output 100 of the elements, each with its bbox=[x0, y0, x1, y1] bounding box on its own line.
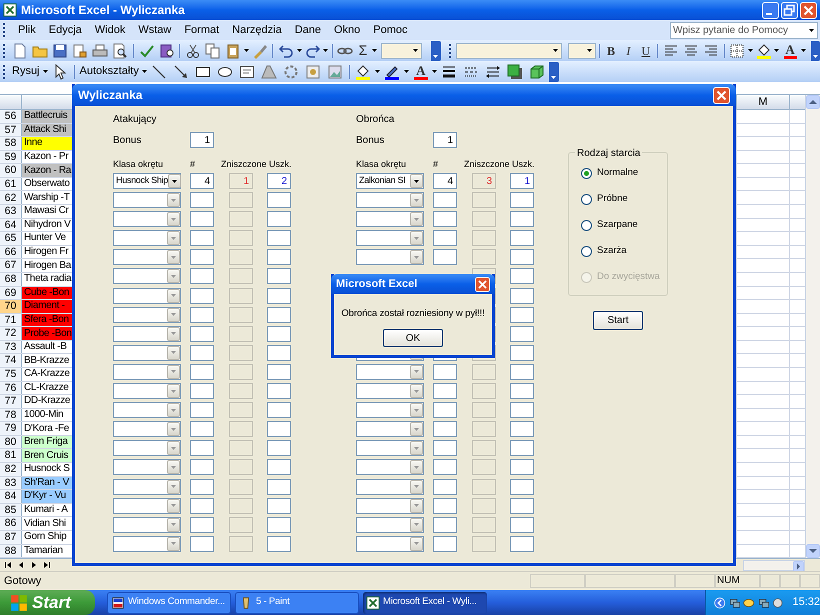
destroyed-field[interactable] bbox=[472, 211, 496, 228]
count-field[interactable]: 4 bbox=[433, 173, 457, 189]
help-search-field[interactable]: Wpisz pytanie do Pomocy bbox=[670, 22, 818, 38]
diagram-icon[interactable] bbox=[283, 64, 300, 80]
first-sheet-button[interactable] bbox=[3, 560, 13, 570]
destroyed-field[interactable] bbox=[229, 230, 253, 246]
destroyed-field[interactable] bbox=[229, 288, 253, 304]
count-field[interactable]: 4 bbox=[190, 173, 214, 189]
close-button[interactable] bbox=[713, 86, 730, 104]
menu-item[interactable]: Edycja bbox=[42, 22, 88, 38]
row-header[interactable]: 62 bbox=[0, 191, 22, 204]
menu-item[interactable]: Plik bbox=[12, 22, 42, 38]
caret-icon[interactable] bbox=[142, 70, 148, 73]
menu-item[interactable]: Wstaw bbox=[132, 22, 178, 38]
row-header[interactable]: 79 bbox=[0, 422, 22, 435]
count-field[interactable] bbox=[433, 230, 457, 246]
start-button[interactable]: Start bbox=[0, 590, 95, 615]
print-preview-icon[interactable] bbox=[112, 42, 128, 58]
menu-item[interactable]: Dane bbox=[288, 22, 327, 38]
close-button[interactable] bbox=[475, 276, 490, 292]
horizontal-scrollbar[interactable] bbox=[743, 560, 805, 570]
damaged-field[interactable] bbox=[510, 288, 534, 304]
row-header[interactable]: 69 bbox=[0, 286, 22, 300]
radio-button[interactable] bbox=[581, 220, 592, 231]
clipart-icon[interactable] bbox=[305, 64, 322, 80]
destroyed-field[interactable]: 1 bbox=[229, 173, 253, 189]
destroyed-field[interactable] bbox=[472, 459, 496, 476]
destroyed-field[interactable] bbox=[472, 516, 496, 533]
text-box-icon[interactable] bbox=[239, 64, 256, 80]
row-header[interactable]: 78 bbox=[0, 408, 22, 422]
row-header[interactable]: 72 bbox=[0, 327, 22, 340]
count-field[interactable] bbox=[190, 459, 214, 476]
destroyed-field[interactable] bbox=[472, 536, 496, 552]
destroyed-field[interactable] bbox=[472, 421, 496, 438]
permission-icon[interactable] bbox=[72, 42, 88, 58]
count-field[interactable] bbox=[433, 459, 457, 476]
count-field[interactable] bbox=[433, 383, 457, 400]
damaged-field[interactable] bbox=[267, 516, 291, 533]
wordart-icon[interactable] bbox=[261, 64, 278, 80]
destroyed-field[interactable] bbox=[229, 326, 253, 342]
row-header[interactable]: 80 bbox=[0, 436, 22, 448]
damaged-field[interactable] bbox=[510, 459, 534, 476]
damaged-field[interactable]: 1 bbox=[510, 173, 534, 189]
caret-icon[interactable] bbox=[413, 49, 418, 52]
paint-bucket-icon[interactable] bbox=[355, 64, 372, 80]
count-field[interactable] bbox=[190, 326, 214, 342]
arrow-icon[interactable] bbox=[173, 64, 190, 80]
ship-class-dropdown[interactable]: Zalkonian SI bbox=[356, 173, 424, 189]
damaged-field[interactable] bbox=[510, 536, 534, 552]
damaged-field[interactable] bbox=[510, 516, 534, 533]
count-field[interactable] bbox=[433, 478, 457, 494]
arrow-style-icon[interactable] bbox=[485, 64, 502, 80]
destroyed-field[interactable] bbox=[229, 192, 253, 208]
damaged-field[interactable] bbox=[267, 402, 291, 418]
row-header[interactable]: 86 bbox=[0, 517, 22, 530]
count-field[interactable] bbox=[433, 421, 457, 438]
row-header[interactable]: 61 bbox=[0, 178, 22, 190]
picture-icon[interactable] bbox=[327, 64, 344, 80]
row-header[interactable]: 75 bbox=[0, 368, 22, 381]
destroyed-field[interactable] bbox=[229, 402, 253, 418]
caret-icon[interactable] bbox=[372, 49, 376, 52]
destroyed-field[interactable] bbox=[472, 402, 496, 418]
row-header[interactable]: 71 bbox=[0, 314, 22, 326]
row-header[interactable]: 84 bbox=[0, 490, 22, 503]
align-left-icon[interactable] bbox=[662, 42, 679, 58]
last-sheet-button[interactable] bbox=[42, 560, 52, 570]
row-header[interactable]: 85 bbox=[0, 504, 22, 516]
damaged-field[interactable] bbox=[267, 478, 291, 494]
destroyed-field[interactable] bbox=[472, 192, 496, 208]
damaged-field[interactable] bbox=[510, 478, 534, 494]
count-field[interactable] bbox=[190, 421, 214, 438]
printer-icon[interactable] bbox=[92, 42, 108, 58]
caret-icon[interactable] bbox=[414, 180, 419, 182]
ok-button[interactable]: OK bbox=[383, 329, 443, 348]
count-field[interactable] bbox=[190, 288, 214, 304]
damaged-field[interactable] bbox=[510, 383, 534, 400]
damaged-field[interactable] bbox=[267, 344, 291, 361]
count-field[interactable] bbox=[190, 383, 214, 400]
font-size-field[interactable] bbox=[568, 42, 596, 58]
radio-button[interactable] bbox=[581, 246, 592, 257]
row-header[interactable]: 81 bbox=[0, 449, 22, 462]
shadow-icon[interactable] bbox=[507, 64, 524, 80]
expand-tray-icon[interactable] bbox=[714, 596, 726, 610]
row-header[interactable]: 82 bbox=[0, 463, 22, 476]
damaged-field[interactable] bbox=[267, 249, 291, 266]
destroyed-field[interactable] bbox=[472, 478, 496, 494]
damaged-field[interactable] bbox=[267, 498, 291, 514]
menu-item[interactable]: Widok bbox=[88, 22, 132, 38]
destroyed-field[interactable]: 3 bbox=[472, 173, 496, 189]
caret-icon[interactable] bbox=[800, 49, 806, 52]
count-field[interactable] bbox=[433, 364, 457, 380]
damaged-field[interactable] bbox=[267, 230, 291, 246]
align-right-icon[interactable] bbox=[702, 42, 719, 58]
caret-icon[interactable] bbox=[553, 49, 558, 52]
count-field[interactable] bbox=[433, 249, 457, 266]
row-header[interactable]: 67 bbox=[0, 259, 22, 272]
damaged-field[interactable] bbox=[510, 498, 534, 514]
destroyed-field[interactable] bbox=[229, 306, 253, 323]
damaged-field[interactable] bbox=[267, 459, 291, 476]
row-header[interactable]: 76 bbox=[0, 382, 22, 394]
